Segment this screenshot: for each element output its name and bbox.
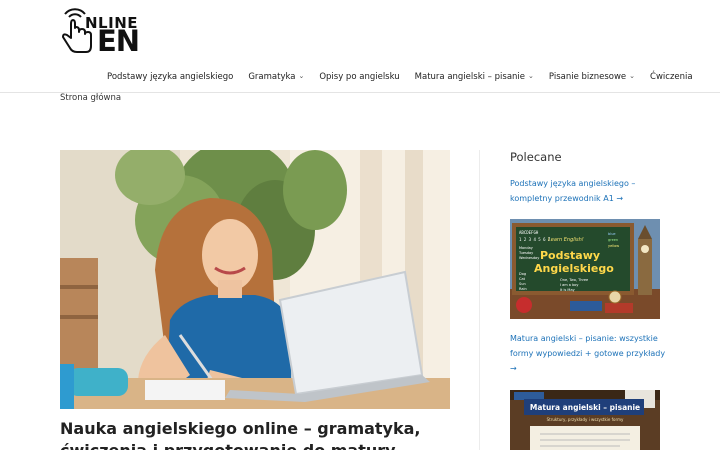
breadcrumb: Strona główna [60,93,121,103]
board-phrase: It is May [560,288,575,292]
chevron-down-icon: ⌄ [298,72,305,80]
image-subtitle-text: Struktury, przykłady i wszystkie formy [547,417,624,422]
sidebar-post-image-matura[interactable]: Matura angielski – pisanie Struktury, pr… [510,390,660,450]
nav-item-label: Ćwiczenia [650,72,693,82]
nav-item-podstawy[interactable]: Podstawy języka angielskiego [107,72,233,82]
featured-image[interactable] [60,150,450,409]
sidebar-post-link-matura[interactable]: Matura angielski – pisanie: wszystkie fo… [510,331,670,376]
board-animal: Rain [519,287,527,291]
board-word: green [608,238,618,242]
student-laptop-illustration [60,150,450,409]
nav-item-cwiczenia[interactable]: Ćwiczenia [650,72,693,82]
sidebar-post-link-podstawy[interactable]: Podstawy języka angielskiego – kompletny… [510,176,670,206]
nav-item-label: Gramatyka [248,72,296,82]
chalkboard-illustration: Learn English! Podstawy Angielskiego ABC… [510,219,660,319]
board-day: Wednesday [519,256,539,260]
chevron-down-icon: ⌄ [528,72,534,80]
image-title-text: Matura angielski – pisanie [530,403,640,412]
board-title-line1: Podstawy [540,249,600,262]
logo-text-en: EN [97,24,140,58]
board-word: blue [608,232,616,236]
sidebar-post-image-podstawy[interactable]: Learn English! Podstawy Angielskiego ABC… [510,219,660,319]
nav-item-label: Matura angielski – pisanie [414,72,526,82]
matura-book-illustration: Matura angielski – pisanie Struktury, pr… [510,390,660,450]
board-day: Monday [519,246,533,250]
nav-item-label: Opisy po angielsku [319,72,400,82]
board-animal: Dog [519,272,526,276]
breadcrumb-home-link[interactable]: Strona główna [60,93,121,103]
board-day: Tuesday [518,251,533,255]
article-title[interactable]: Nauka angielskiego online – gramatyka, ć… [60,418,460,450]
nav-item-label: Podstawy języka angielskiego [107,72,234,82]
board-phrase: I am a boy [560,283,579,287]
board-word: yellow [608,244,619,248]
sidebar-widget-title: Polecane [510,150,562,164]
nav-item-pisanie-biznesowe[interactable]: Pisanie biznesowe ⌄ [549,72,635,82]
board-numbers: 1 2 3 4 5 6 7 [519,237,551,242]
board-small-text: Learn English! [548,237,584,243]
chevron-down-icon: ⌄ [629,72,636,80]
board-animal: Cat [519,277,526,281]
nav-item-gramatyka[interactable]: Gramatyka ⌄ [248,72,304,82]
main-navigation: Podstawy języka angielskiego Gramatyka ⌄… [107,70,693,84]
board-animal: Sun [519,282,526,286]
board-title-line2: Angielskiego [534,262,614,275]
column-divider [479,150,480,450]
nav-item-label: Pisanie biznesowe [548,72,627,82]
nav-item-opisy[interactable]: Opisy po angielsku [319,72,399,82]
nav-item-matura[interactable]: Matura angielski – pisanie ⌄ [415,72,534,82]
site-logo[interactable]: NLINE EN [60,8,140,58]
board-alphabet: ABCDEFGH [519,230,539,235]
board-phrase: One, Two, Three [560,278,588,282]
